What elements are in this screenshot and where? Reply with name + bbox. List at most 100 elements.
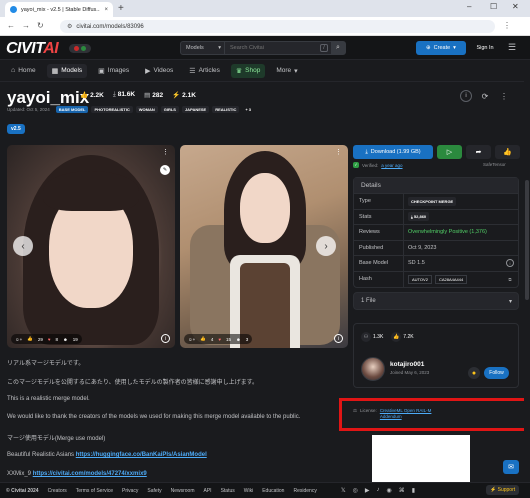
model-stats: 👍 2.2K ⤓ 81.6K ▤ 282 ⚡ 2.1K: [80, 91, 196, 99]
browser-tab[interactable]: yayoi_mix - v2.5 | Stable Diffus... ×: [5, 2, 113, 17]
huggingface-link[interactable]: https://huggingface.co/BanKaiPls/AsianMo…: [76, 452, 207, 458]
nav-more[interactable]: More ▾: [271, 64, 302, 78]
nav-shop[interactable]: ♛ Shop: [230, 63, 266, 78]
status-badge[interactable]: [69, 44, 91, 53]
new-tab-icon[interactable]: +: [118, 2, 124, 15]
chevron-down-icon: ▾: [294, 67, 298, 75]
hash-value[interactable]: CA28A4A444: [434, 274, 468, 284]
plus-icon: ●: [471, 369, 477, 377]
twitch-icon[interactable]: ▮: [412, 487, 415, 494]
add-reaction-icon[interactable]: ☺+: [15, 337, 22, 342]
footer-link[interactable]: Privacy: [122, 488, 138, 494]
site-info-icon[interactable]: ⚙: [67, 23, 72, 30]
tag-chip[interactable]: PHOTOREALISTIC: [91, 106, 133, 113]
maximize-icon[interactable]: ☐: [490, 2, 497, 11]
address-bar[interactable]: ⚙ civitai.com/models/83096: [60, 20, 495, 33]
browser-menu-icon[interactable]: ⋮: [503, 21, 511, 30]
run-button[interactable]: ▷: [437, 145, 462, 159]
footer-link[interactable]: Creators: [48, 488, 67, 494]
tiktok-icon[interactable]: ♪: [377, 487, 380, 494]
forward-icon[interactable]: →: [22, 21, 30, 30]
scrollbar-thumb[interactable]: [525, 180, 529, 300]
minimize-icon[interactable]: –: [467, 2, 471, 11]
footer-link[interactable]: Newsroom: [171, 488, 195, 494]
info-icon[interactable]: i: [506, 259, 514, 268]
details-header[interactable]: Details: [354, 178, 518, 194]
footer-link[interactable]: Wiki: [244, 488, 253, 494]
close-window-icon[interactable]: ✕: [512, 2, 519, 11]
footer-link[interactable]: Residency: [293, 488, 316, 494]
url-text: civitai.com/models/83096: [76, 23, 144, 30]
nav-images[interactable]: ▣ Images: [93, 64, 134, 78]
reaction-bar[interactable]: ☺+ 👍 4 ♥ 15 ☻ 3: [184, 334, 253, 344]
footer-link[interactable]: Status: [221, 488, 235, 494]
verified-link[interactable]: a year ago: [381, 163, 402, 168]
back-icon[interactable]: ←: [7, 21, 15, 30]
create-button[interactable]: ⊕ Create ▾: [416, 41, 466, 55]
reaction-bar[interactable]: ☺+ 👍 29 ♥ 8 ☻ 19: [11, 334, 82, 344]
image-menu-icon[interactable]: ⋮: [335, 148, 342, 156]
image-menu-icon[interactable]: ⋮: [162, 148, 169, 156]
footer-link[interactable]: Education: [262, 488, 284, 494]
nav-home[interactable]: ⌂ Home: [6, 64, 41, 78]
support-button[interactable]: ⚡ Support: [486, 485, 520, 495]
info-icon[interactable]: i: [460, 90, 472, 102]
x-icon[interactable]: 𝕏: [341, 487, 346, 494]
tag-chip[interactable]: BASE MODEL: [55, 106, 89, 113]
bolt-icon: ⚡: [172, 92, 181, 99]
main-nav: ⌂ Home ▦ Models ▣ Images ▶ Videos ☰ Articles …: [0, 60, 530, 82]
thumbs-up-icon: 👍: [27, 336, 33, 341]
reviews-value[interactable]: Overwhelmingly Positive (1,376): [408, 229, 487, 235]
image-info-icon[interactable]: i: [161, 334, 170, 343]
search-icon[interactable]: ⌕: [331, 42, 345, 54]
creator-username[interactable]: kotajiro001: [390, 361, 424, 368]
page-scrollbar[interactable]: [524, 60, 530, 482]
files-accordion[interactable]: 1 File ▾: [353, 292, 519, 310]
image-info-icon[interactable]: i: [334, 334, 343, 343]
more-tags-chip[interactable]: + 3: [242, 106, 254, 113]
follow-button[interactable]: Follow: [484, 367, 509, 379]
downloads-stat: ⤓ 81.6K: [113, 91, 135, 99]
avatar[interactable]: [361, 357, 385, 381]
carousel-next-button[interactable]: ›: [316, 236, 336, 256]
reload-icon[interactable]: ↻: [37, 21, 44, 30]
logo-text: CIVIT: [6, 40, 44, 57]
nav-models[interactable]: ▦ Models: [46, 63, 88, 78]
chat-icon[interactable]: ✉: [503, 460, 519, 474]
hash-type[interactable]: AUTOV2: [408, 274, 432, 284]
tab-close-icon[interactable]: ×: [104, 7, 108, 13]
search-input[interactable]: [225, 45, 320, 51]
copy-icon[interactable]: ⧉: [506, 275, 514, 283]
nav-articles[interactable]: ☰ Articles: [184, 64, 225, 78]
more-options-icon[interactable]: ⋮: [498, 90, 510, 102]
search-type-select[interactable]: Models ▾: [181, 42, 225, 54]
instagram-icon[interactable]: ◎: [353, 487, 358, 494]
hamburger-menu-icon[interactable]: ☰: [508, 42, 516, 53]
tip-button[interactable]: ●: [468, 367, 480, 379]
edit-icon[interactable]: ✎: [160, 165, 170, 175]
like-button[interactable]: 👍: [495, 145, 520, 159]
tag-chip[interactable]: GIRLS: [160, 106, 179, 113]
reddit-icon[interactable]: ◉: [387, 487, 392, 494]
images-icon: ▣: [98, 67, 105, 75]
civitai-model-link[interactable]: https://civitai.com/models/47274/xxmix9: [33, 471, 147, 477]
footer-link[interactable]: API: [204, 488, 212, 494]
nav-videos[interactable]: ▶ Videos: [140, 64, 178, 78]
chevron-down-icon: ▾: [508, 298, 512, 305]
tag-chip[interactable]: WOMAN: [135, 106, 158, 113]
bell-add-icon[interactable]: ⟳: [479, 90, 491, 102]
tag-chip[interactable]: JAPANESE: [181, 106, 210, 113]
download-button[interactable]: ⤓ Download (1.99 GB): [353, 145, 433, 159]
laugh-icon: ☻: [236, 336, 241, 342]
version-tab[interactable]: v2.5: [7, 124, 25, 134]
github-icon[interactable]: ⌘: [399, 487, 405, 494]
share-button[interactable]: ➦: [466, 145, 491, 159]
footer-link[interactable]: Terms of Service: [76, 488, 113, 494]
carousel-prev-button[interactable]: ‹: [13, 236, 33, 256]
tag-chip[interactable]: REALISTIC: [212, 106, 240, 113]
footer-link[interactable]: Safety: [147, 488, 161, 494]
sign-in-button[interactable]: Sign In: [468, 41, 502, 55]
youtube-icon[interactable]: ▶: [365, 487, 370, 494]
civitai-logo[interactable]: CIVITAI: [6, 40, 59, 58]
add-reaction-icon[interactable]: ☺+: [188, 337, 195, 342]
